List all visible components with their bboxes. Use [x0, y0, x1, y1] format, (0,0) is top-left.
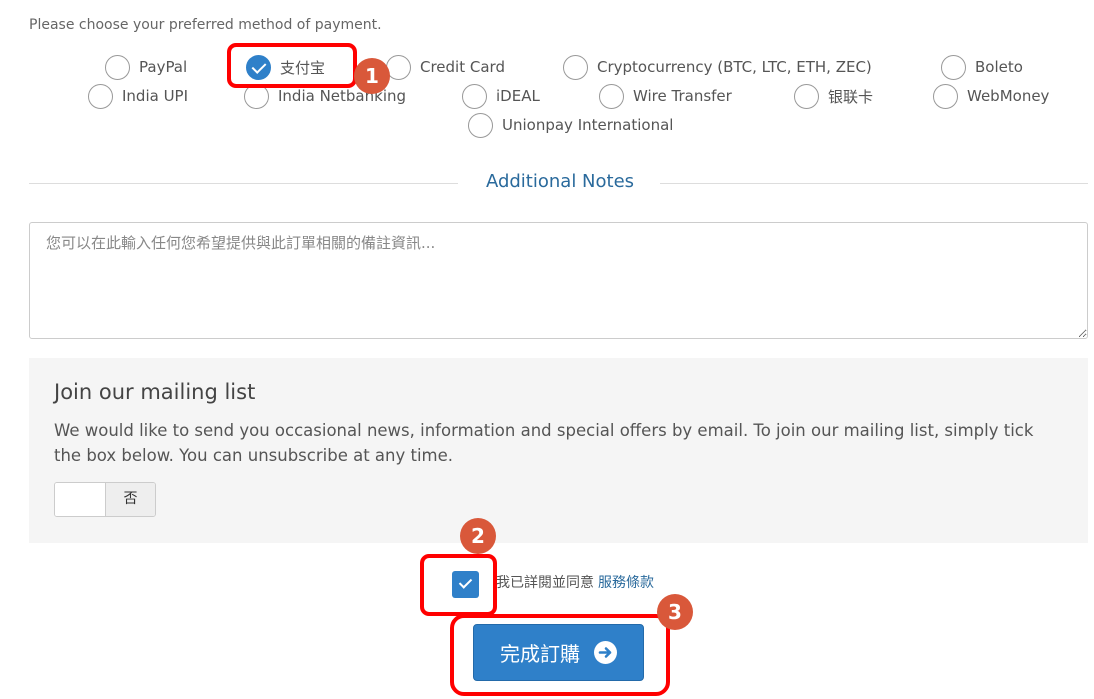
divider-left: [29, 183, 458, 184]
radio-icon[interactable]: [794, 83, 819, 109]
payment-option-paypal[interactable]: PayPal: [105, 53, 187, 81]
mailing-list-toggle[interactable]: 否: [54, 482, 156, 517]
radio-icon[interactable]: [88, 83, 113, 109]
radio-icon[interactable]: [933, 83, 958, 109]
radio-icon[interactable]: [599, 83, 624, 109]
radio-icon[interactable]: [244, 83, 269, 109]
terms-label: 我已詳閱並同意: [496, 575, 594, 591]
payment-option-webmoney[interactable]: WebMoney: [933, 82, 1049, 110]
arrow-right-circle-icon: [594, 641, 617, 664]
payment-option-ideal[interactable]: iDEAL: [462, 82, 540, 110]
complete-order-button[interactable]: 完成訂購: [473, 624, 644, 681]
payment-option-label: Cryptocurrency (BTC, LTC, ETH, ZEC): [597, 58, 872, 76]
radio-icon[interactable]: [468, 112, 493, 138]
mailing-list-title: Join our mailing list: [54, 380, 256, 404]
toggle-label: 否: [105, 483, 155, 516]
terms-text: 我已詳閱並同意 服務條款: [496, 572, 654, 592]
payment-option-label: 银联卡: [828, 87, 874, 106]
toggle-handle[interactable]: [55, 483, 105, 516]
complete-order-label: 完成訂購: [500, 642, 580, 666]
payment-option-label: WebMoney: [967, 87, 1050, 105]
payment-option-boleto[interactable]: Boleto: [941, 53, 1023, 81]
radio-icon[interactable]: [941, 54, 966, 80]
payment-option-label: PayPal: [139, 58, 188, 76]
payment-option-india-upi[interactable]: India UPI: [88, 82, 188, 110]
payment-option-cryptocurrency[interactable]: Cryptocurrency (BTC, LTC, ETH, ZEC): [563, 53, 872, 81]
payment-option-label: Credit Card: [420, 58, 505, 76]
notes-textarea[interactable]: [29, 222, 1088, 339]
payment-option-label: Boleto: [975, 58, 1023, 76]
divider-right: [660, 183, 1088, 184]
payment-option-label: Wire Transfer: [633, 87, 732, 105]
payment-option-unionpay-card[interactable]: 银联卡: [794, 82, 873, 110]
radio-icon[interactable]: [462, 83, 487, 109]
payment-option-unionpay-international[interactable]: Unionpay International: [468, 111, 673, 139]
payment-option-alipay[interactable]: 支付宝: [246, 53, 325, 81]
payment-option-wire-transfer[interactable]: Wire Transfer: [599, 82, 732, 110]
payment-intro-text: Please choose your preferred method of p…: [29, 17, 382, 33]
payment-option-label: iDEAL: [496, 87, 540, 105]
step-badge-3: 3: [657, 594, 693, 630]
step-badge-1: 1: [354, 58, 390, 94]
radio-icon[interactable]: [105, 54, 130, 80]
payment-option-label: India UPI: [122, 87, 189, 105]
radio-checked-icon[interactable]: [246, 54, 271, 80]
mailing-list-description: We would like to send you occasional new…: [54, 421, 1034, 465]
payment-option-label: India Netbanking: [278, 87, 407, 105]
mailing-list-panel: Join our mailing list We would like to s…: [29, 358, 1088, 543]
additional-notes-heading: Additional Notes: [485, 171, 635, 192]
payment-option-label: Unionpay International: [502, 116, 674, 134]
terms-checkbox[interactable]: [452, 571, 479, 598]
terms-of-service-link[interactable]: 服務條款: [598, 575, 654, 591]
radio-icon[interactable]: [563, 54, 588, 80]
payment-option-credit-card[interactable]: Credit Card: [386, 53, 505, 81]
payment-option-label: 支付宝: [280, 58, 326, 77]
step-badge-2: 2: [460, 518, 496, 554]
